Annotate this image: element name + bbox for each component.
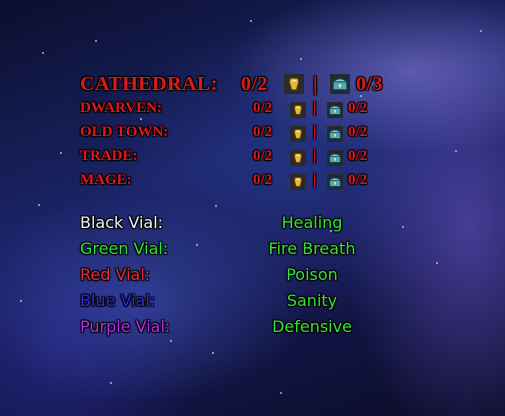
chest-icon xyxy=(330,74,350,94)
star xyxy=(95,40,97,42)
zone-row-dwarven: DWARVEN: 0/2 | 0/2 xyxy=(80,100,410,120)
space-background xyxy=(0,0,505,416)
key-count: 0/2 xyxy=(253,100,273,116)
vial-effect: Fire Breath xyxy=(268,239,356,258)
star xyxy=(60,152,62,154)
chest-count: 0/2 xyxy=(348,172,368,188)
chest-count: 0/2 xyxy=(348,148,368,164)
vial-row-green: Green Vial: Fire Breath xyxy=(80,239,410,261)
separator: | xyxy=(313,73,318,95)
chest-count: 0/2 xyxy=(348,124,368,140)
chest-count: 0/2 xyxy=(348,100,368,116)
zone-name: TRADE: xyxy=(80,148,138,164)
vial-effect: Sanity xyxy=(286,291,338,310)
zone-name: OLD TOWN: xyxy=(80,124,169,140)
vial-row-purple: Purple Vial: Defensive xyxy=(80,317,410,339)
separator: | xyxy=(313,172,317,188)
vial-row-black: Black Vial: Healing xyxy=(80,213,410,235)
vial-row-red: Red Vial: Poison xyxy=(80,265,410,287)
vial-name: Red Vial: xyxy=(80,265,151,284)
star xyxy=(436,262,438,264)
zone-name: MAGE: xyxy=(80,172,132,188)
chest-icon xyxy=(327,126,343,142)
star xyxy=(455,150,457,152)
key-icon xyxy=(290,150,306,166)
key-count: 0/2 xyxy=(253,148,273,164)
chest-icon xyxy=(327,150,343,166)
vial-name: Purple Vial: xyxy=(80,317,171,336)
key-icon xyxy=(290,174,306,190)
key-count: 0/2 xyxy=(253,172,273,188)
vial-effect: Healing xyxy=(281,213,343,232)
star xyxy=(212,352,214,354)
star xyxy=(42,52,44,54)
vial-name: Black Vial: xyxy=(80,213,164,232)
zone-name: DWARVEN: xyxy=(80,100,162,116)
star xyxy=(480,30,482,32)
key-count: 0/2 xyxy=(253,124,273,140)
vial-name: Blue Vial: xyxy=(80,291,156,310)
key-icon xyxy=(284,74,304,94)
star xyxy=(20,300,22,302)
separator: | xyxy=(313,148,317,164)
vial-effect: Defensive xyxy=(272,317,352,336)
zone-row-old-town: OLD TOWN: 0/2 | 0/2 xyxy=(80,124,410,144)
separator: | xyxy=(313,100,317,116)
zone-row-trade: TRADE: 0/2 | 0/2 xyxy=(80,148,410,168)
chest-icon xyxy=(327,174,343,190)
key-count: 0/2 xyxy=(241,73,269,95)
star xyxy=(170,340,172,342)
star xyxy=(280,392,282,394)
zone-row-mage: MAGE: 0/2 | 0/2 xyxy=(80,172,410,192)
chest-count: 0/3 xyxy=(356,73,384,95)
star xyxy=(300,58,302,60)
star xyxy=(38,204,40,206)
vial-name: Green Vial: xyxy=(80,239,169,258)
key-icon xyxy=(290,102,306,118)
zone-name: CATHEDRAL: xyxy=(80,73,218,95)
zone-row-cathedral: CATHEDRAL: 0/2 | 0/3 xyxy=(80,73,410,97)
vial-effect: Poison xyxy=(286,265,338,284)
key-icon xyxy=(290,126,306,142)
star xyxy=(215,205,217,207)
vial-row-blue: Blue Vial: Sanity xyxy=(80,291,410,313)
chest-icon xyxy=(327,102,343,118)
star xyxy=(110,382,112,384)
separator: | xyxy=(313,124,317,140)
star xyxy=(250,20,252,22)
